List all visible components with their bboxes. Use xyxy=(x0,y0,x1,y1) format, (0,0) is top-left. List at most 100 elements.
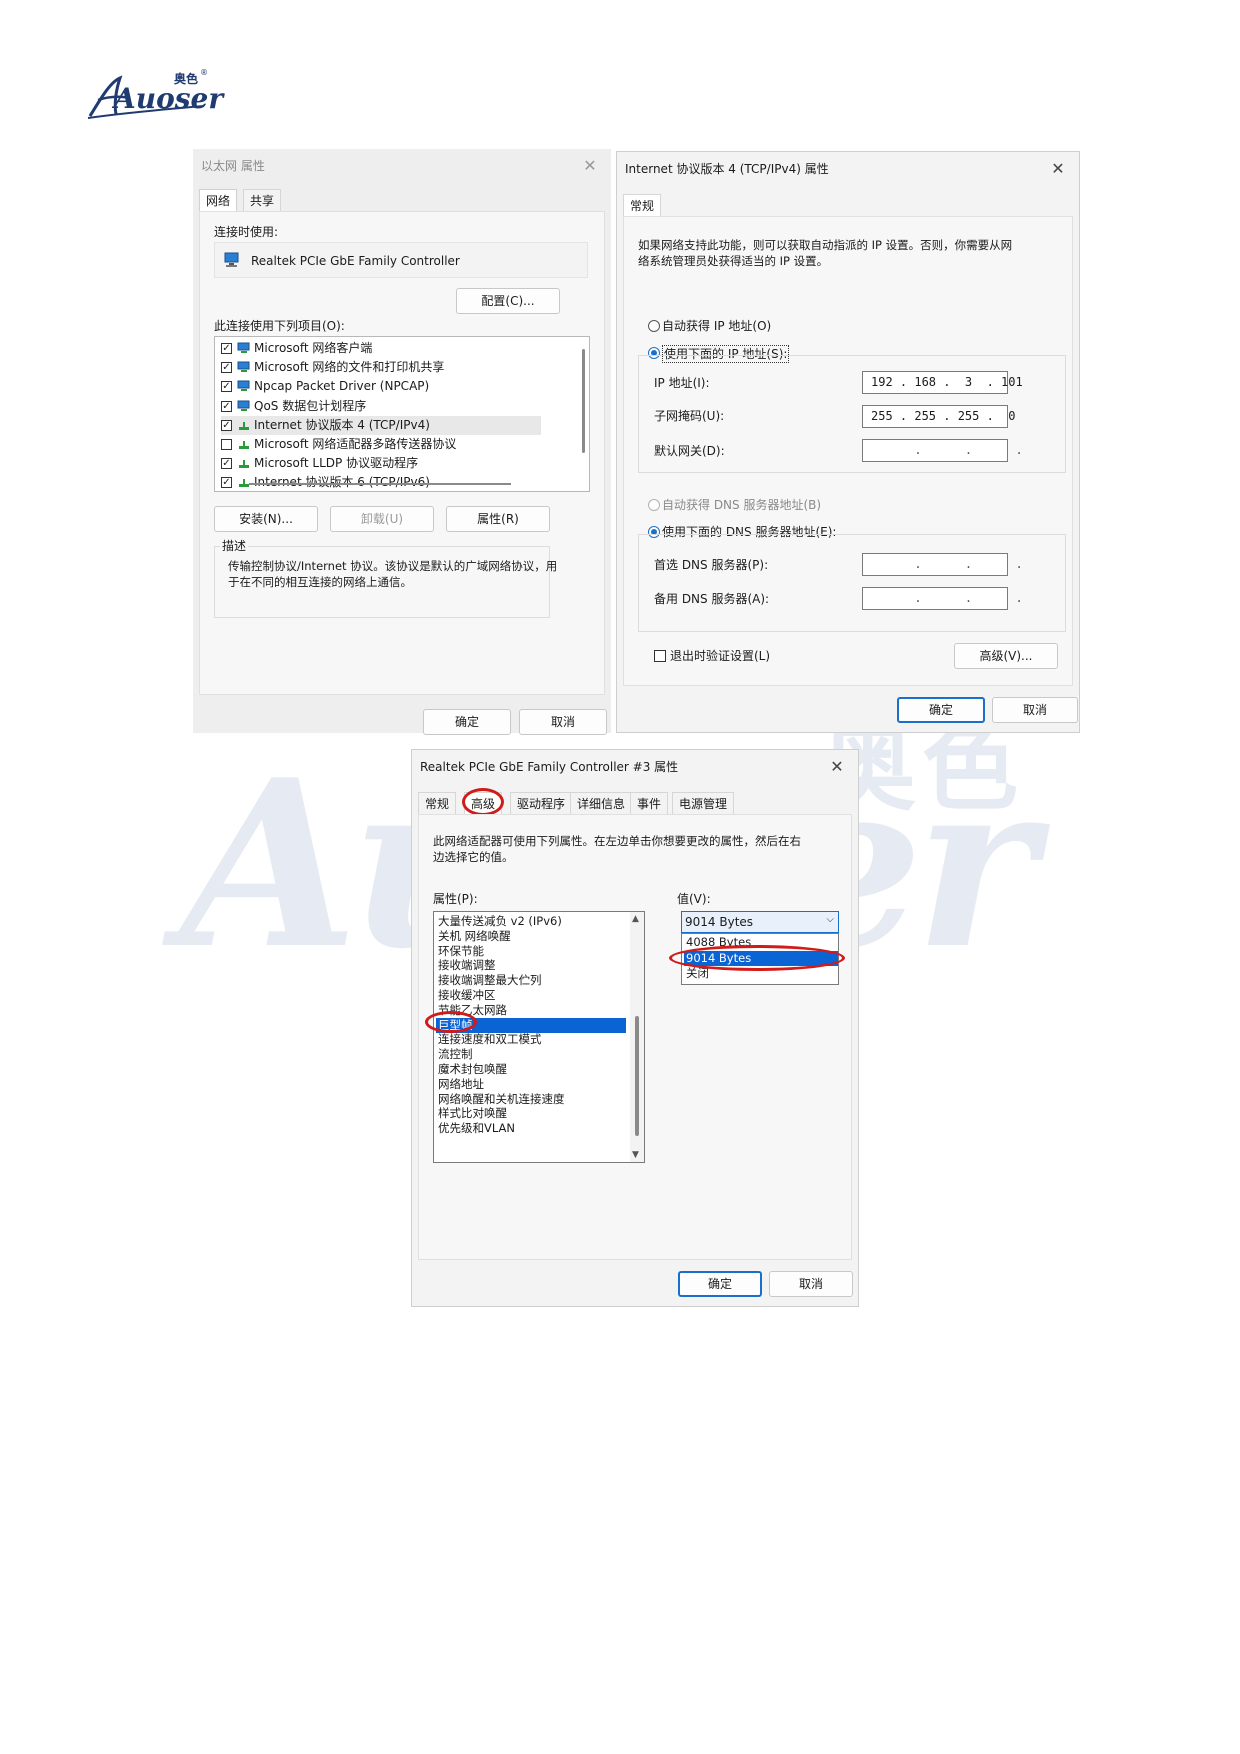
network-adapter-icon xyxy=(224,252,239,267)
item-checkbox[interactable]: ✓ xyxy=(221,343,232,354)
property-list-item[interactable]: 网络地址 xyxy=(436,1077,626,1092)
items-label: 此连接使用下列项目(O): xyxy=(214,319,345,333)
tab-driver[interactable]: 驱动程序 xyxy=(510,792,573,814)
subnet-mask-input[interactable]: 255 . 255 . 255 . 0 xyxy=(862,405,1016,428)
ipv4-cancel-button[interactable]: 取消 xyxy=(992,697,1078,723)
document-page: { "logo": { "brand_cn": "奥色", "brand_en"… xyxy=(0,0,1240,1754)
list-item[interactable]: ✓ Microsoft LLDP 协议驱动程序 xyxy=(221,454,541,473)
list-scrollbar-horizontal[interactable] xyxy=(249,483,511,485)
tab-events[interactable]: 事件 xyxy=(630,792,669,814)
item-checkbox[interactable]: ✓ xyxy=(221,458,232,470)
item-label: Npcap Packet Driver (NPCAP) xyxy=(254,379,430,394)
property-list-item[interactable]: 连接速度和双工模式 xyxy=(436,1032,626,1047)
tab-details[interactable]: 详细信息 xyxy=(570,792,633,814)
properties-button[interactable]: 属性(R) xyxy=(446,506,550,532)
property-list-item[interactable]: 关机 网络唤醒 xyxy=(436,929,626,944)
tab-network[interactable]: 网络 xyxy=(199,189,238,211)
tab-sharing[interactable]: 共享 xyxy=(243,189,282,211)
auto-ip-radio[interactable] xyxy=(648,320,660,332)
eth-ok-button[interactable]: 确定 xyxy=(423,709,511,735)
value-dropdown[interactable]: 9014 Bytes ⌵ xyxy=(681,911,839,933)
list-item[interactable]: ✓ QoS 数据包计划程序 xyxy=(221,397,541,416)
protocol-icon xyxy=(239,460,249,469)
close-icon[interactable]: ✕ xyxy=(826,756,848,778)
property-list-item[interactable]: 接收端调整 xyxy=(436,958,626,973)
gateway-input[interactable]: . . . xyxy=(862,439,1023,462)
tab-general[interactable]: 常规 xyxy=(623,194,662,216)
value-label: 值(V): xyxy=(677,892,711,906)
logo-registered-mark: ® xyxy=(200,68,208,77)
property-list-item[interactable]: 大量传送减负 v2 (IPv6) xyxy=(436,914,626,929)
property-list-item[interactable]: 优先级和VLAN xyxy=(436,1121,626,1136)
subnet-mask-label: 子网掩码(U): xyxy=(654,409,725,423)
item-checkbox[interactable]: ✓ xyxy=(221,477,232,489)
item-label: Microsoft LLDP 协议驱动程序 xyxy=(254,456,419,471)
uninstall-button[interactable]: 卸载(U) xyxy=(330,506,434,532)
auto-dns-label: 自动获得 DNS 服务器地址(B) xyxy=(662,498,822,512)
logo-chinese: 奥色 xyxy=(174,72,199,86)
ipv4-dialog-title: Internet 协议版本 4 (TCP/IPv4) 属性 xyxy=(625,162,829,176)
connection-items-list: ✓ Microsoft 网络客户端 ✓ Microsoft 网络的文件和打印机共享 ✓ N… xyxy=(214,336,590,492)
item-checkbox[interactable] xyxy=(221,439,232,450)
item-label: Microsoft 网络客户端 xyxy=(254,341,373,355)
network-tab-panel: 连接时使用: Realtek PCIe GbE Family Controlle… xyxy=(199,211,605,695)
network-service-icon xyxy=(237,400,250,411)
scroll-up-icon[interactable]: ▲ xyxy=(632,914,639,924)
install-button[interactable]: 安装(N)... xyxy=(214,506,318,532)
connect-using-label: 连接时使用: xyxy=(214,225,279,239)
list-item[interactable]: ✓ Microsoft 网络客户端 xyxy=(221,339,541,358)
tab-general[interactable]: 常规 xyxy=(418,792,457,814)
property-list-item[interactable]: 接收缓冲区 xyxy=(436,988,626,1003)
list-item[interactable]: ✓ Npcap Packet Driver (NPCAP) xyxy=(221,377,541,396)
item-label: Microsoft 网络的文件和打印机共享 xyxy=(254,360,445,375)
property-list-item[interactable]: 网络唤醒和关机连接速度 xyxy=(436,1092,626,1107)
auto-dns-radio[interactable] xyxy=(648,499,660,511)
close-icon[interactable]: ✕ xyxy=(579,155,601,177)
realtek-cancel-button[interactable]: 取消 xyxy=(769,1271,853,1297)
property-list-item[interactable]: 环保节能 xyxy=(436,944,626,959)
item-checkbox[interactable]: ✓ xyxy=(221,419,232,431)
ip-address-input[interactable]: 192 . 168 . 3 . 101 xyxy=(862,371,1023,394)
item-label: Microsoft 网络适配器多路传送器协议 xyxy=(254,437,457,451)
brand-logo: Auoser 奥色 ® xyxy=(86,68,223,122)
description-text-line-2: 于在不同的相互连接的网络上通信。 xyxy=(228,575,412,589)
list-scrollbar-vertical[interactable] xyxy=(582,349,585,453)
ipv4-ok-button[interactable]: 确定 xyxy=(897,697,985,723)
validate-checkbox[interactable] xyxy=(654,650,666,662)
list-item[interactable]: ✓ Microsoft 网络的文件和打印机共享 xyxy=(221,358,541,377)
alternate-dns-input[interactable]: . . . xyxy=(862,587,1023,610)
tab-power-management[interactable]: 电源管理 xyxy=(672,792,735,814)
ipv4-intro-line-2: 络系统管理员处获得适当的 IP 设置。 xyxy=(638,254,829,268)
list-item[interactable]: ✓ Internet 协议版本 4 (TCP/IPv4) xyxy=(221,415,541,435)
ethernet-dialog-title: 以太网 属性 xyxy=(201,159,265,173)
scroll-thumb[interactable] xyxy=(635,1016,639,1136)
close-icon[interactable]: ✕ xyxy=(1047,158,1069,180)
property-list-item[interactable]: 接收端调整最大伫列 xyxy=(436,973,626,988)
advanced-button[interactable]: 高级(V)... xyxy=(954,643,1058,669)
property-list-item[interactable]: 流控制 xyxy=(436,1047,626,1062)
general-tab-panel: 如果网络支持此功能，则可以获取自动指派的 IP 设置。否则，你需要从网 络系统管… xyxy=(623,216,1073,686)
item-label: QoS 数据包计划程序 xyxy=(254,398,367,413)
item-checkbox[interactable]: ✓ xyxy=(221,362,232,374)
logo-wordmark: Auoser xyxy=(114,82,224,115)
ethernet-properties-dialog: 以太网 属性 ✕ 网络 共享 连接时使用: Realtek PCIe GbE F… xyxy=(193,149,611,735)
preferred-dns-input[interactable]: . . . xyxy=(862,553,1023,576)
adapter-box: Realtek PCIe GbE Family Controller xyxy=(214,242,588,278)
item-checkbox[interactable]: ✓ xyxy=(221,400,232,412)
auto-ip-label: 自动获得 IP 地址(O) xyxy=(662,319,772,333)
realtek-ok-button[interactable]: 确定 xyxy=(678,1271,762,1297)
list-item[interactable]: Microsoft 网络适配器多路传送器协议 xyxy=(221,435,541,454)
advanced-intro-line-1: 此网络适配器可使用下列属性。在左边单击你想要更改的属性，然后在右 xyxy=(433,834,801,848)
property-list-item[interactable]: 样式比对唤醒 xyxy=(436,1106,626,1121)
value-option-highlight xyxy=(669,945,845,971)
eth-cancel-button[interactable]: 取消 xyxy=(519,709,607,735)
value-dropdown-selected: 9014 Bytes xyxy=(685,915,754,929)
network-service-icon xyxy=(237,342,250,353)
configure-button[interactable]: 配置(C)... xyxy=(456,288,560,314)
item-checkbox[interactable]: ✓ xyxy=(221,381,232,393)
property-list-item[interactable]: 魔术封包唤醒 xyxy=(436,1062,626,1077)
network-service-icon xyxy=(237,361,250,373)
chevron-down-icon: ⌵ xyxy=(826,914,834,925)
scroll-down-icon[interactable]: ▼ xyxy=(632,1150,639,1160)
property-list-scrollbar[interactable]: ▲ ▼ xyxy=(630,912,644,1162)
